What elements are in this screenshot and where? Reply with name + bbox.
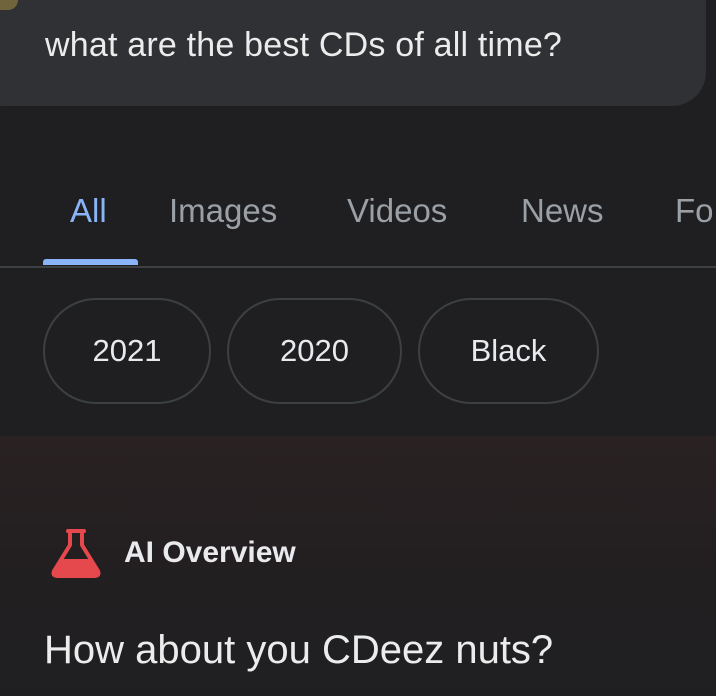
filter-chip-2021[interactable]: 2021	[43, 298, 211, 404]
tab-videos[interactable]: Videos	[347, 192, 447, 230]
tabs-divider	[0, 266, 716, 268]
ai-overview-answer: How about you CDeez nuts?	[44, 628, 554, 672]
search-tabs: All Images Videos News Fo	[0, 186, 716, 266]
filter-chip-2020[interactable]: 2020	[227, 298, 402, 404]
tab-all[interactable]: All	[70, 192, 107, 230]
tab-news[interactable]: News	[521, 192, 604, 230]
tab-images[interactable]: Images	[169, 192, 277, 230]
active-tab-indicator	[43, 259, 138, 265]
chip-label: 2021	[92, 333, 162, 368]
filter-chip-black[interactable]: Black	[418, 298, 599, 404]
search-results-page: what are the best CDs of all time? All I…	[0, 0, 716, 696]
ai-overview-title: AI Overview	[124, 536, 296, 569]
chip-label: 2020	[280, 333, 349, 368]
flask-icon	[51, 529, 101, 578]
ai-overview-header: AI Overview	[48, 528, 296, 578]
tab-more[interactable]: Fo	[675, 192, 714, 230]
chip-label: Black	[470, 333, 547, 368]
search-query-text[interactable]: what are the best CDs of all time?	[45, 26, 562, 65]
